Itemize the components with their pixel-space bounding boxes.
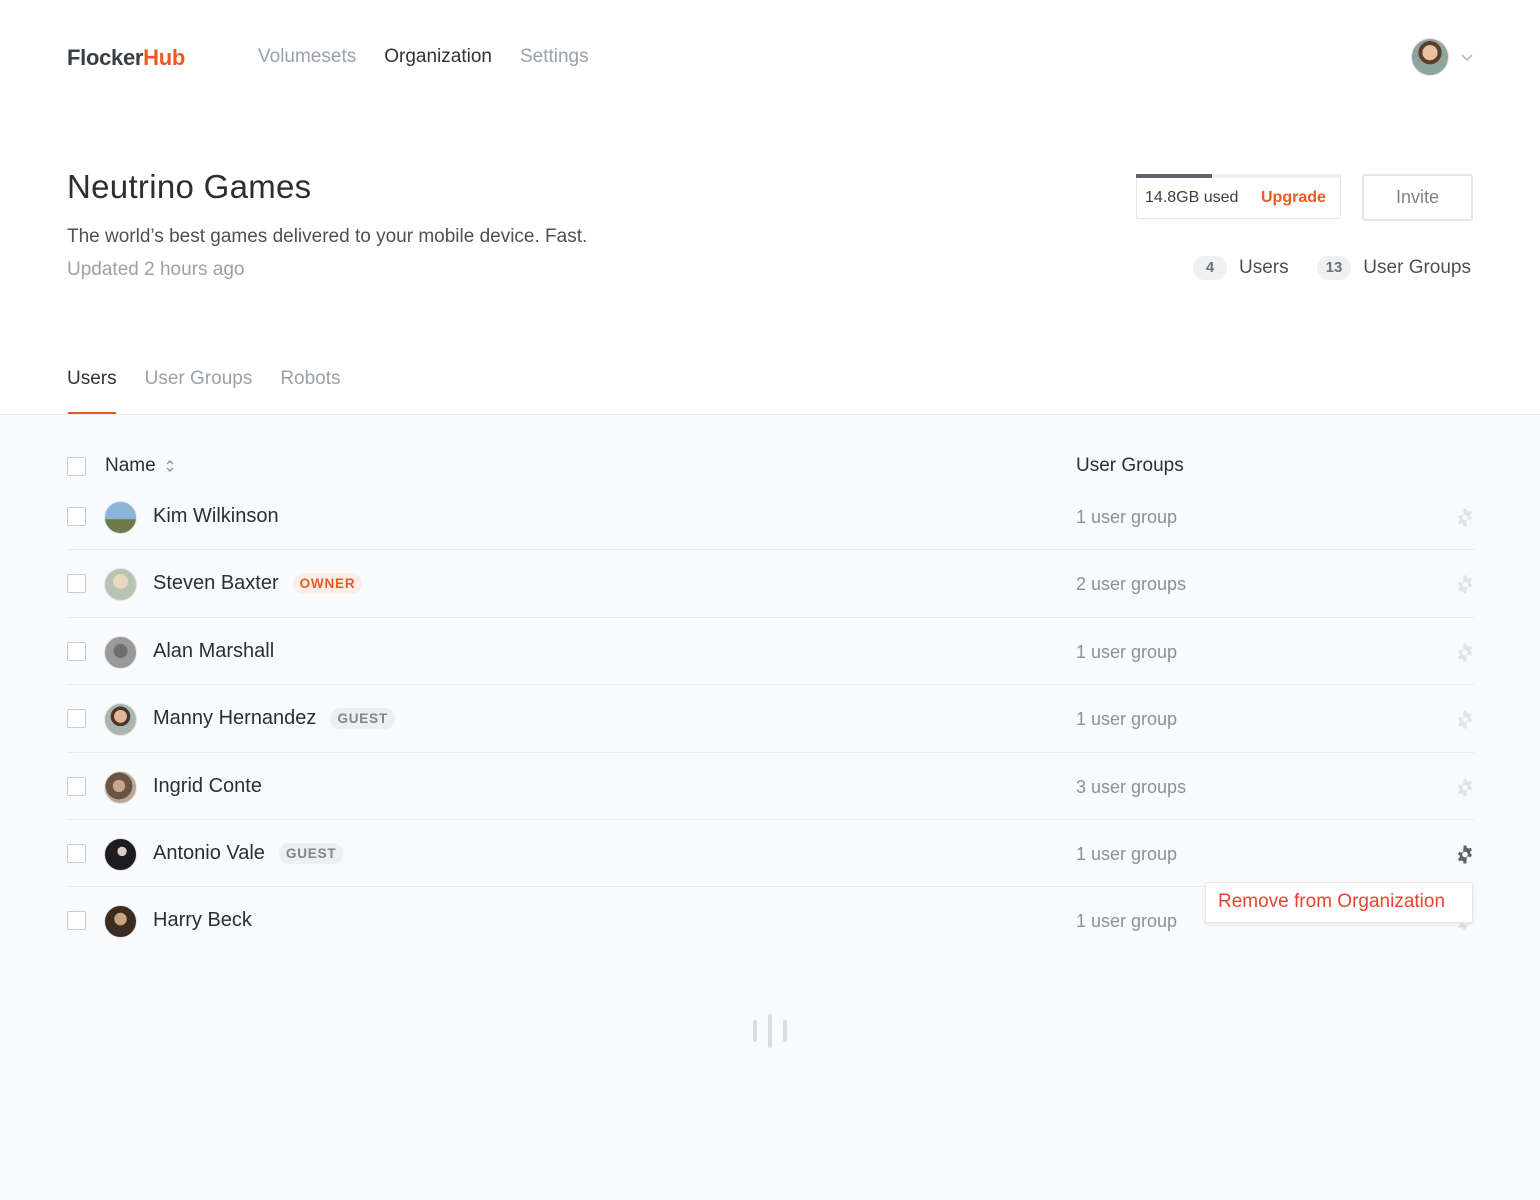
- user-groups-count: 1 user group: [1076, 641, 1178, 662]
- user-name[interactable]: Harry Beck: [153, 909, 252, 932]
- users-count-badge: 4: [1192, 256, 1227, 280]
- avatar: [104, 635, 137, 669]
- user-groups-column-header: User Groups: [1076, 455, 1184, 476]
- guest-badge: GUEST: [278, 842, 344, 864]
- avatar: [104, 837, 137, 871]
- table-row: Manny Hernandez GUEST 1 user group: [67, 685, 1475, 753]
- table-header: Name User Groups: [67, 455, 1474, 479]
- user-groups-count: 1 user group: [1076, 911, 1178, 932]
- upgrade-link[interactable]: Upgrade: [1261, 189, 1326, 207]
- loading-indicator: [753, 1014, 789, 1048]
- storage-bar-fill: [1136, 174, 1212, 178]
- row-checkbox[interactable]: [67, 911, 86, 931]
- org-description: The world’s best games delivered to your…: [67, 226, 588, 247]
- main-nav: Volumesets Organization Settings: [258, 46, 589, 68]
- user-name-cell: Ingrid Conte: [153, 775, 262, 798]
- tab-user-groups[interactable]: User Groups: [145, 368, 253, 414]
- gear-icon[interactable]: [1455, 508, 1475, 528]
- logo-part-2: Hub: [143, 45, 186, 70]
- user-groups-count: 1 user group: [1076, 843, 1178, 864]
- logo-part-1: Flocker: [67, 45, 144, 70]
- row-checkbox[interactable]: [67, 843, 86, 863]
- name-column-header[interactable]: Name: [105, 455, 176, 477]
- table-row: Steven Baxter OWNER 2 user groups: [67, 550, 1475, 618]
- flockerhub-logo[interactable]: FlockerHub: [67, 45, 185, 71]
- user-name[interactable]: Ingrid Conte: [153, 775, 262, 798]
- user-menu[interactable]: [1411, 38, 1475, 76]
- sort-icon: [166, 460, 174, 472]
- gear-icon[interactable]: [1455, 643, 1475, 663]
- chevron-down-icon: [1461, 54, 1473, 62]
- user-groups-count: 3 user groups: [1076, 776, 1187, 797]
- storage-bar: [1136, 174, 1341, 178]
- storage-usage-box: 14.8GB used Upgrade: [1136, 174, 1341, 219]
- select-all-checkbox[interactable]: [67, 457, 86, 476]
- row-checkbox[interactable]: [67, 709, 86, 729]
- page-title: Neutrino Games: [67, 168, 312, 205]
- gear-icon[interactable]: [1455, 710, 1475, 730]
- user-groups-count: 2 user groups: [1076, 574, 1187, 595]
- user-name[interactable]: Kim Wilkinson: [153, 505, 279, 528]
- user-name[interactable]: Antonio Vale: [153, 842, 265, 865]
- storage-used-label: 14.8GB used: [1145, 189, 1239, 206]
- org-updated-time: Updated 2 hours ago: [67, 259, 245, 280]
- top-navigation-bar: FlockerHub Volumesets Organization Setti…: [0, 0, 1540, 116]
- user-name[interactable]: Manny Hernandez: [153, 707, 316, 730]
- nav-item-volumesets[interactable]: Volumesets: [258, 46, 356, 68]
- user-name-cell: Harry Beck: [153, 909, 252, 932]
- row-checkbox[interactable]: [67, 641, 86, 661]
- avatar: [104, 501, 137, 534]
- section-tabs: Users User Groups Robots: [67, 368, 341, 415]
- gear-icon[interactable]: [1455, 778, 1475, 798]
- user-name[interactable]: Alan Marshall: [153, 640, 274, 663]
- row-checkbox[interactable]: [67, 507, 86, 526]
- avatar: [104, 703, 137, 737]
- invite-button[interactable]: Invite: [1362, 174, 1473, 221]
- table-row: Kim Wilkinson 1 user group: [67, 483, 1475, 551]
- owner-badge: OWNER: [292, 573, 363, 595]
- gear-icon[interactable]: [1455, 575, 1475, 595]
- groups-count-label: User Groups: [1363, 257, 1471, 278]
- user-name[interactable]: Steven Baxter: [153, 572, 279, 595]
- guest-badge: GUEST: [330, 708, 395, 730]
- user-groups-count: 1 user group: [1076, 709, 1178, 730]
- user-name-cell: Manny Hernandez GUEST: [153, 707, 395, 730]
- avatar: [104, 905, 137, 939]
- row-checkbox[interactable]: [67, 574, 86, 594]
- table-row: Alan Marshall 1 user group: [67, 618, 1475, 686]
- user-name-cell: Antonio Vale GUEST: [153, 842, 344, 865]
- tab-users[interactable]: Users: [67, 368, 117, 415]
- user-name-cell: Kim Wilkinson: [153, 505, 279, 528]
- user-name-cell: Steven Baxter OWNER: [153, 572, 363, 595]
- nav-item-settings[interactable]: Settings: [520, 46, 589, 68]
- name-header-label: Name: [105, 455, 156, 476]
- groups-count-badge: 13: [1316, 256, 1352, 280]
- nav-item-organization[interactable]: Organization: [384, 46, 492, 68]
- avatar: [104, 568, 137, 602]
- row-checkbox[interactable]: [67, 776, 86, 796]
- gear-icon[interactable]: [1455, 845, 1475, 865]
- remove-from-organization-menu-item[interactable]: Remove from Organization: [1205, 882, 1473, 923]
- user-avatar: [1411, 38, 1449, 76]
- tab-robots[interactable]: Robots: [280, 368, 340, 414]
- avatar: [104, 770, 137, 804]
- user-groups-count: 1 user group: [1076, 507, 1178, 527]
- users-table-area: Name User Groups Kim Wilkinson 1 user gr…: [0, 414, 1540, 1200]
- users-count-label: Users: [1238, 257, 1289, 278]
- table-row: Antonio Vale GUEST 1 user group: [67, 820, 1475, 888]
- table-row: Ingrid Conte 3 user groups: [67, 753, 1474, 820]
- org-counts: 4 Users 13 User Groups: [1192, 256, 1471, 280]
- user-name-cell: Alan Marshall: [153, 640, 274, 663]
